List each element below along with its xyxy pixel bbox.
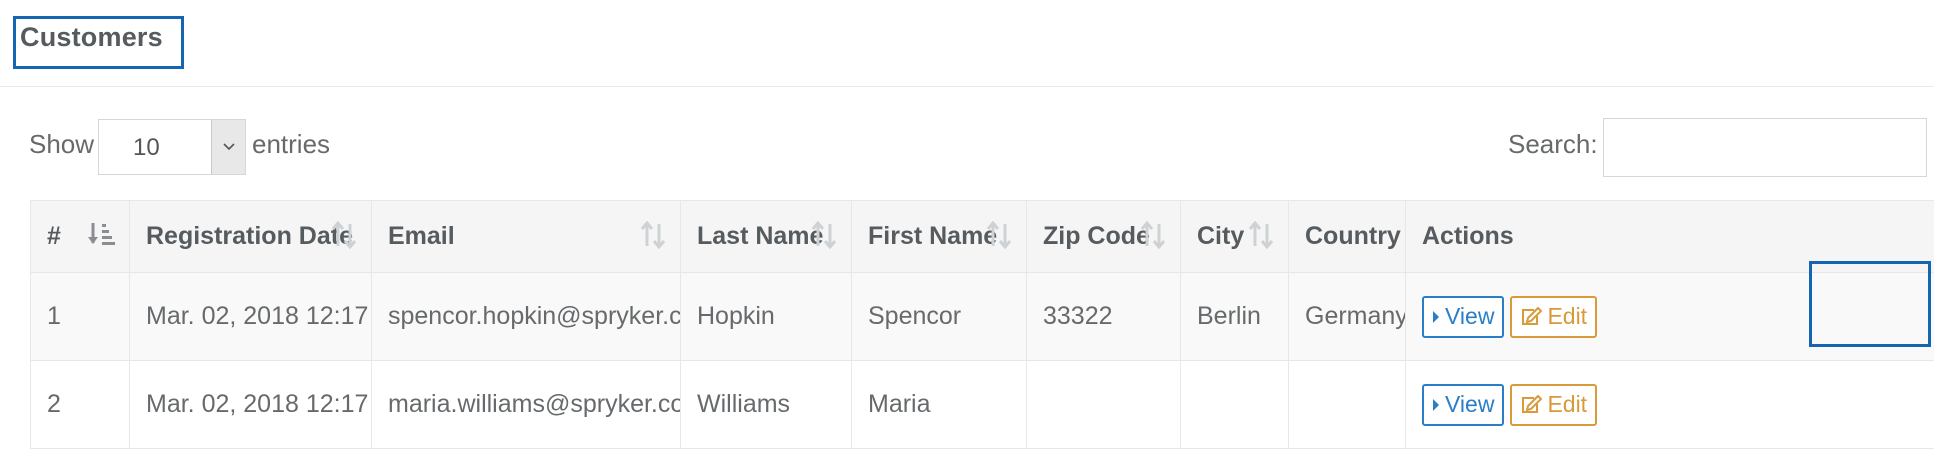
view-button[interactable]: View [1422, 383, 1505, 426]
column-header-actions: Actions [1405, 200, 1934, 273]
column-header-last-name[interactable]: Last Name [680, 200, 852, 273]
cell-city [1180, 360, 1289, 449]
sort-both-icon [331, 220, 357, 256]
chevron-down-icon[interactable] [211, 120, 245, 174]
column-header-registration-date[interactable]: Registration Date [129, 200, 372, 273]
table-header-row: # Registration Date Email Last Name Firs… [30, 200, 1934, 273]
cell-registration-date: Mar. 02, 2018 12:17 [129, 272, 372, 361]
edit-button[interactable]: Edit [1510, 383, 1598, 426]
search-input[interactable] [1603, 118, 1927, 177]
cell-last-name: Hopkin [680, 272, 852, 361]
sort-both-icon [811, 220, 837, 256]
view-button[interactable]: View [1422, 295, 1505, 338]
sort-both-icon [1248, 220, 1274, 256]
edit-icon [1522, 394, 1543, 413]
cell-email: maria.williams@spryker.com [371, 360, 681, 449]
column-header-country: Country [1288, 200, 1406, 273]
sort-both-icon [640, 220, 666, 256]
show-label: Show [29, 129, 95, 159]
page-title: Customers [20, 22, 163, 52]
cell-zip-code: 33322 [1026, 272, 1181, 361]
table-row: 2 Mar. 02, 2018 12:17 maria.williams@spr… [30, 360, 1934, 449]
column-header-zip-code[interactable]: Zip Code [1026, 200, 1181, 273]
customers-page: Customers Show 10 entries Search: # Regi… [0, 0, 1934, 449]
cell-last-name: Williams [680, 360, 852, 449]
header-divider [0, 86, 1934, 87]
table-row: 1 Mar. 02, 2018 12:17 spencor.hopkin@spr… [30, 272, 1934, 361]
column-header-email[interactable]: Email [371, 200, 681, 273]
sort-amount-asc-icon [87, 221, 117, 254]
cell-country [1288, 360, 1406, 449]
cell-first-name: Maria [851, 360, 1027, 449]
cell-city: Berlin [1180, 272, 1289, 361]
page-size-select[interactable]: 10 [98, 119, 246, 175]
cell-actions: View Edit [1405, 272, 1934, 361]
cell-email: spencor.hopkin@spryker.com [371, 272, 681, 361]
cell-registration-date: Mar. 02, 2018 12:17 [129, 360, 372, 449]
column-header-city[interactable]: City [1180, 200, 1289, 273]
cell-zip-code [1026, 360, 1181, 449]
edit-button[interactable]: Edit [1510, 295, 1598, 338]
cell-first-name: Spencor [851, 272, 1027, 361]
page-size-value: 10 [133, 134, 160, 161]
entries-label: entries [252, 129, 331, 159]
column-header-first-name[interactable]: First Name [851, 200, 1027, 273]
sort-both-icon [986, 220, 1012, 256]
cell-actions: View Edit [1405, 360, 1934, 449]
caret-right-icon [1433, 398, 1439, 411]
column-header-id[interactable]: # [30, 200, 130, 273]
cell-country: Germany [1288, 272, 1406, 361]
customers-table: # Registration Date Email Last Name Firs… [30, 200, 1934, 449]
search-label: Search: [1508, 129, 1598, 159]
caret-right-icon [1433, 310, 1439, 323]
sort-both-icon [1140, 220, 1166, 256]
edit-icon [1522, 306, 1543, 325]
cell-id: 2 [30, 360, 130, 449]
cell-id: 1 [30, 272, 130, 361]
